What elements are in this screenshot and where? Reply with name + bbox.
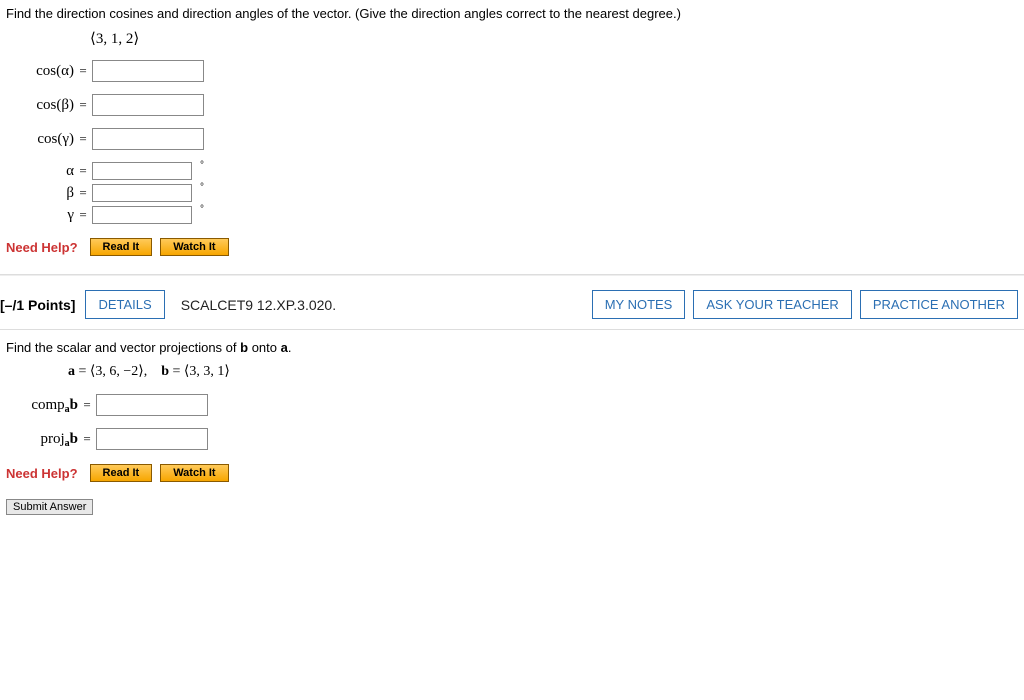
row-gamma: γ = ° bbox=[6, 206, 1018, 224]
need-help-label: Need Help? bbox=[6, 240, 78, 255]
question-2: Find the scalar and vector projections o… bbox=[0, 330, 1024, 486]
label-cos-beta: cos(β) bbox=[6, 97, 74, 114]
label-alpha: α bbox=[6, 163, 74, 180]
input-cos-alpha[interactable] bbox=[92, 60, 204, 82]
label-gamma: γ bbox=[6, 207, 74, 224]
label-comp: compab bbox=[6, 397, 78, 414]
input-comp[interactable] bbox=[96, 394, 208, 416]
row-cos-beta: cos(β) = bbox=[6, 94, 1018, 116]
row-beta: β = ° bbox=[6, 184, 1018, 202]
q2-header-right: MY NOTES ASK YOUR TEACHER PRACTICE ANOTH… bbox=[592, 290, 1018, 319]
submit-row: Submit Answer bbox=[0, 498, 1024, 515]
label-beta: β bbox=[6, 185, 74, 202]
equals-sign: = bbox=[74, 207, 92, 223]
label-proj: projab bbox=[6, 431, 78, 448]
q2-vectors: a = ⟨3, 6, −2⟩, b = ⟨3, 3, 1⟩ bbox=[68, 363, 1018, 380]
need-help-label: Need Help? bbox=[6, 466, 78, 481]
degree-symbol: ° bbox=[200, 182, 204, 193]
label-cos-alpha: cos(α) bbox=[6, 63, 74, 80]
input-beta[interactable] bbox=[92, 184, 192, 202]
input-gamma[interactable] bbox=[92, 206, 192, 224]
row-alpha: α = ° bbox=[6, 162, 1018, 180]
equals-sign: = bbox=[74, 97, 92, 113]
input-cos-beta[interactable] bbox=[92, 94, 204, 116]
q1-prompt: Find the direction cosines and direction… bbox=[6, 6, 1018, 21]
read-it-button[interactable]: Read It bbox=[90, 464, 153, 482]
row-cos-gamma: cos(γ) = bbox=[6, 128, 1018, 150]
row-proj: projab = bbox=[6, 428, 1018, 450]
question-1: Find the direction cosines and direction… bbox=[0, 0, 1024, 275]
q2-header-left: [–/1 Points] DETAILS SCALCET9 12.XP.3.02… bbox=[0, 290, 336, 319]
equals-sign: = bbox=[78, 397, 96, 413]
q1-help-row: Need Help? Read It Watch It bbox=[6, 238, 1018, 256]
input-alpha[interactable] bbox=[92, 162, 192, 180]
q2-help-row: Need Help? Read It Watch It bbox=[6, 464, 1018, 482]
submit-answer-button[interactable]: Submit Answer bbox=[6, 499, 93, 515]
equals-sign: = bbox=[74, 185, 92, 201]
degree-symbol: ° bbox=[200, 160, 204, 171]
watch-it-button[interactable]: Watch It bbox=[160, 238, 228, 256]
equals-sign: = bbox=[74, 163, 92, 179]
my-notes-button[interactable]: MY NOTES bbox=[592, 290, 686, 319]
q2-prompt: Find the scalar and vector projections o… bbox=[6, 340, 1018, 355]
row-cos-alpha: cos(α) = bbox=[6, 60, 1018, 82]
equals-sign: = bbox=[74, 131, 92, 147]
row-comp: compab = bbox=[6, 394, 1018, 416]
input-proj[interactable] bbox=[96, 428, 208, 450]
equals-sign: = bbox=[78, 431, 96, 447]
section-ref: SCALCET9 12.XP.3.020. bbox=[181, 297, 336, 313]
input-cos-gamma[interactable] bbox=[92, 128, 204, 150]
equals-sign: = bbox=[74, 63, 92, 79]
practice-another-button[interactable]: PRACTICE ANOTHER bbox=[860, 290, 1018, 319]
degree-symbol: ° bbox=[200, 204, 204, 215]
ask-teacher-button[interactable]: ASK YOUR TEACHER bbox=[693, 290, 851, 319]
label-cos-gamma: cos(γ) bbox=[6, 131, 74, 148]
watch-it-button[interactable]: Watch It bbox=[160, 464, 228, 482]
details-button[interactable]: DETAILS bbox=[85, 290, 164, 319]
points-label: [–/1 Points] bbox=[0, 297, 75, 313]
question-2-header: [–/1 Points] DETAILS SCALCET9 12.XP.3.02… bbox=[0, 275, 1024, 330]
q1-vector: ⟨3, 1, 2⟩ bbox=[90, 29, 1018, 48]
read-it-button[interactable]: Read It bbox=[90, 238, 153, 256]
